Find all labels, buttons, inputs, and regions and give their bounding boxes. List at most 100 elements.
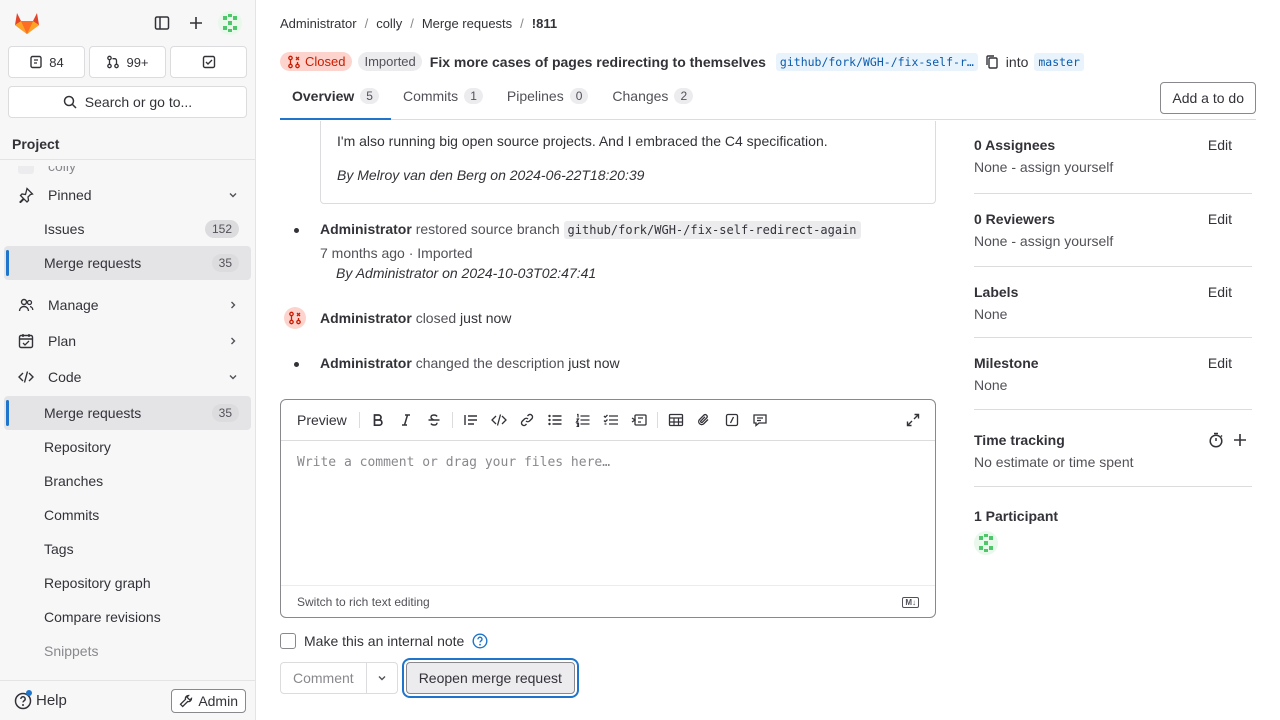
sidebar-item-merge-requests-pinned[interactable]: Merge requests 35 bbox=[4, 246, 251, 280]
preview-button[interactable]: Preview bbox=[289, 412, 355, 428]
editor-toolbar: Preview bbox=[281, 400, 935, 441]
numbered-list-icon[interactable] bbox=[569, 406, 597, 434]
right-sidebar: 0 Assignees None - assign yourself Edit … bbox=[974, 121, 1252, 555]
plus-icon[interactable] bbox=[1232, 432, 1248, 448]
stopwatch-icon[interactable] bbox=[1208, 432, 1224, 448]
toggle-sidebar-icon[interactable] bbox=[145, 6, 179, 40]
sidebar-item-tags[interactable]: Tags bbox=[4, 532, 251, 566]
sidebar-item-code[interactable]: Code bbox=[4, 359, 251, 395]
gitlab-logo-icon[interactable] bbox=[10, 6, 44, 40]
bullet-list-icon[interactable] bbox=[541, 406, 569, 434]
edit-reviewers-button[interactable]: Edit bbox=[1208, 211, 1232, 227]
reviewers-value[interactable]: None - assign yourself bbox=[974, 233, 1252, 249]
slash-commands-icon[interactable] bbox=[718, 406, 746, 434]
avatar[interactable] bbox=[974, 531, 1252, 555]
sidebar-item-repository[interactable]: Repository bbox=[4, 430, 251, 464]
task-list-icon[interactable] bbox=[597, 406, 625, 434]
help-button[interactable]: Help bbox=[14, 689, 67, 710]
breadcrumb-item[interactable]: colly bbox=[376, 16, 402, 31]
target-branch[interactable]: master bbox=[1034, 52, 1084, 71]
issues-counter[interactable]: 84 bbox=[8, 46, 85, 78]
thumbtack-icon bbox=[18, 187, 34, 203]
comment-textarea[interactable] bbox=[281, 441, 935, 585]
bold-icon[interactable] bbox=[364, 406, 392, 434]
plus-icon[interactable] bbox=[179, 6, 213, 40]
copy-icon[interactable] bbox=[984, 54, 1000, 70]
comment-icon[interactable] bbox=[746, 406, 774, 434]
into-label: into bbox=[1005, 53, 1029, 70]
sidebar-item-pinned[interactable]: Pinned bbox=[4, 178, 251, 212]
tab-pipelines[interactable]: Pipelines 0 bbox=[495, 78, 601, 120]
quote-icon[interactable] bbox=[457, 406, 485, 434]
note-action: closed bbox=[415, 310, 457, 326]
fullscreen-icon[interactable] bbox=[899, 406, 927, 434]
add-todo-button[interactable]: Add a to do bbox=[1160, 82, 1256, 114]
note-time: just now bbox=[460, 310, 512, 326]
chevron-down-icon[interactable] bbox=[367, 663, 397, 693]
edit-labels-button[interactable]: Edit bbox=[1208, 284, 1232, 300]
sidebar-item-merge-requests[interactable]: Merge requests 35 bbox=[4, 396, 251, 430]
sidebar-item-plan[interactable]: Plan bbox=[4, 323, 251, 359]
collapsible-icon[interactable] bbox=[625, 406, 653, 434]
participants-title: 1 Participant bbox=[974, 508, 1059, 524]
search-button[interactable]: Search or go to... bbox=[8, 86, 247, 118]
link-icon[interactable] bbox=[513, 406, 541, 434]
switch-rich-text-button[interactable]: Switch to rich text editing bbox=[297, 595, 430, 609]
table-icon[interactable] bbox=[662, 406, 690, 434]
edit-assignees-button[interactable]: Edit bbox=[1208, 137, 1232, 153]
milestone-value: None bbox=[974, 377, 1008, 393]
reopen-mr-button[interactable]: Reopen merge request bbox=[405, 662, 575, 694]
sidebar-header bbox=[0, 0, 255, 46]
sidebar-item-commits[interactable]: Commits bbox=[4, 498, 251, 532]
note-author[interactable]: Administrator bbox=[320, 221, 412, 237]
sidebar-item-compare-revisions[interactable]: Compare revisions bbox=[4, 600, 251, 634]
avatar[interactable] bbox=[213, 6, 247, 40]
tab-changes[interactable]: Changes 2 bbox=[600, 78, 705, 120]
tab-label: Commits bbox=[402, 88, 459, 104]
sidebar-item-project[interactable]: colly bbox=[4, 166, 251, 174]
comment-actions: Comment Reopen merge request bbox=[280, 662, 575, 694]
chevron-right-icon bbox=[227, 299, 239, 311]
code-icon[interactable] bbox=[485, 406, 513, 434]
edit-milestone-button[interactable]: Edit bbox=[1208, 355, 1232, 371]
sidebar-item-manage[interactable]: Manage bbox=[4, 287, 251, 323]
breadcrumb-item[interactable]: !811 bbox=[532, 16, 557, 31]
sidebar-item-repository-graph[interactable]: Repository graph bbox=[4, 566, 251, 600]
search-icon bbox=[63, 95, 77, 109]
sidebar-item-issues[interactable]: Issues 152 bbox=[4, 212, 251, 246]
comment-split-button: Comment bbox=[280, 662, 398, 694]
breadcrumb-item[interactable]: Administrator bbox=[280, 16, 357, 31]
note-author[interactable]: Administrator bbox=[320, 310, 412, 326]
note-branch: github/fork/WGH-/fix-self-redirect-again bbox=[563, 221, 861, 239]
main-content: Administrator / colly / Merge requests /… bbox=[256, 0, 1280, 720]
timeline-note: Administrator restored source branch git… bbox=[320, 221, 861, 239]
merge-requests-count: 99+ bbox=[126, 54, 149, 70]
todos-counter[interactable] bbox=[170, 46, 247, 78]
strikethrough-icon[interactable] bbox=[420, 406, 448, 434]
source-branch[interactable]: github/fork/WGH-/fix-self-r… bbox=[775, 52, 978, 71]
sidebar-item-branches[interactable]: Branches bbox=[4, 464, 251, 498]
internal-note-checkbox[interactable] bbox=[280, 633, 296, 649]
note-author[interactable]: Administrator bbox=[320, 355, 412, 371]
breadcrumb-separator: / bbox=[520, 16, 524, 31]
sidebar-item-snippets[interactable]: Snippets bbox=[4, 634, 251, 668]
merge-requests-counter[interactable]: 99+ bbox=[89, 46, 166, 78]
count-badge: 35 bbox=[211, 254, 239, 272]
left-sidebar: 84 99+ Search or go to... Project colly … bbox=[0, 0, 256, 720]
admin-button[interactable]: Admin bbox=[171, 688, 246, 713]
tab-commits[interactable]: Commits 1 bbox=[391, 78, 495, 120]
sidebar-item-label: Merge requests bbox=[44, 405, 142, 421]
breadcrumb: Administrator / colly / Merge requests /… bbox=[280, 16, 557, 31]
question-icon[interactable] bbox=[472, 633, 488, 649]
italic-icon[interactable] bbox=[392, 406, 420, 434]
tab-count: 0 bbox=[569, 88, 589, 104]
assignees-value[interactable]: None - assign yourself bbox=[974, 159, 1252, 175]
tab-overview[interactable]: Overview 5 bbox=[280, 78, 391, 120]
paperclip-icon[interactable] bbox=[690, 406, 718, 434]
tab-label: Changes bbox=[612, 88, 669, 104]
chevron-right-icon bbox=[227, 335, 239, 347]
notification-dot bbox=[26, 689, 32, 696]
comment-button[interactable]: Comment bbox=[281, 663, 367, 693]
users-icon bbox=[18, 297, 34, 313]
breadcrumb-item[interactable]: Merge requests bbox=[422, 16, 512, 31]
